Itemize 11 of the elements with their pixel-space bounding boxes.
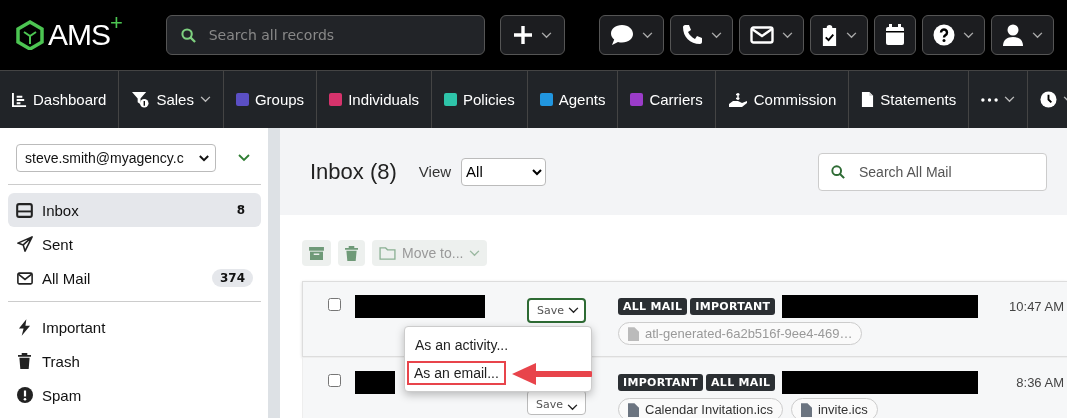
logo-plus: +: [110, 10, 123, 36]
view-label: View: [418, 163, 452, 180]
count-badge: 374: [211, 269, 253, 287]
page-title: Inbox (8): [310, 158, 397, 185]
logo-text: AMS: [48, 18, 110, 52]
message-time: 8:36 AM: [1016, 375, 1064, 390]
message-time: 10:47 AM: [1009, 299, 1064, 314]
label-tag: IMPORTANT: [618, 374, 703, 391]
label-tag: IMPORTANT: [690, 298, 776, 315]
label-tag: ALL MAIL: [706, 374, 776, 391]
label-tag: ALL MAIL: [618, 298, 688, 315]
